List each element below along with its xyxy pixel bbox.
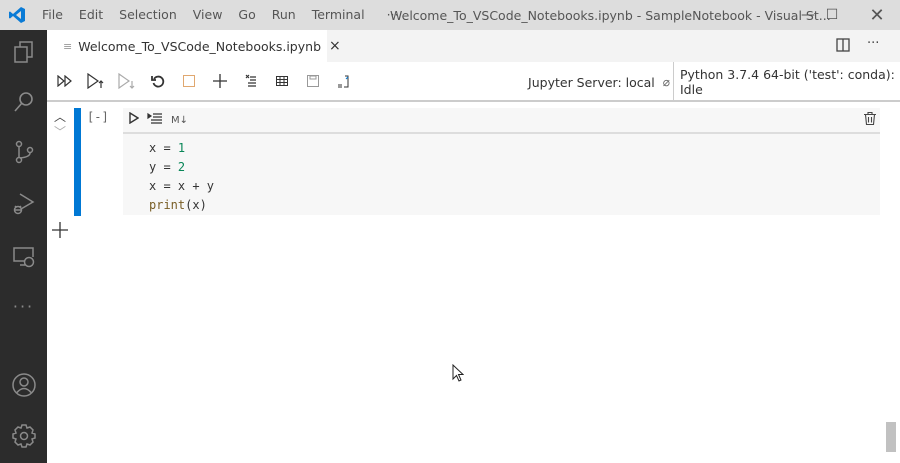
connection-plug-icon: ⌀ xyxy=(662,75,670,89)
code-token: 2 xyxy=(177,160,186,174)
settings-gear-icon[interactable] xyxy=(0,414,47,458)
close-window-button[interactable]: ✕ xyxy=(854,0,900,30)
code-editor[interactable]: x = 1y = 2x = x + y print(x) xyxy=(123,134,880,215)
code-line: x = x + y xyxy=(149,177,880,196)
move-cell-down-icon[interactable]: ﹀ xyxy=(54,123,66,140)
run-and-below-icon[interactable] xyxy=(147,112,163,128)
menu-selection[interactable]: Selection xyxy=(111,7,185,22)
run-below-icon[interactable] xyxy=(111,69,142,93)
tab-bar: ≡ Welcome_To_VSCode_Notebooks.ipynb × ··… xyxy=(47,30,900,62)
notebook-toolbar: Jupyter Server: local ⌀ Python 3.7.4 64-b… xyxy=(47,62,900,102)
cell-toolbar: M↓ xyxy=(123,108,880,134)
jupyter-server-status[interactable]: Jupyter Server: local ⌀ xyxy=(528,62,670,102)
more-actions-icon[interactable]: ··· xyxy=(867,36,879,51)
code-token: x = x + y xyxy=(149,179,215,193)
clear-outputs-icon[interactable] xyxy=(235,69,266,93)
mouse-cursor-icon xyxy=(452,363,465,386)
code-token: y = xyxy=(149,160,178,174)
run-above-icon[interactable] xyxy=(80,69,111,93)
vscode-logo-icon xyxy=(0,6,34,24)
window-title: Welcome_To_VSCode_Notebooks.ipynb - Samp… xyxy=(390,7,831,23)
remote-explorer-icon[interactable] xyxy=(0,235,47,279)
server-label: Jupyter Server: local xyxy=(528,74,655,90)
account-icon[interactable] xyxy=(0,363,47,407)
markdown-toggle[interactable]: M↓ xyxy=(171,115,188,126)
vertical-scrollbar[interactable] xyxy=(886,422,896,452)
code-token: print xyxy=(149,198,186,212)
activity-bar: ··· xyxy=(0,30,47,463)
run-cell-icon[interactable] xyxy=(129,111,140,128)
split-editor-icon[interactable] xyxy=(835,37,851,57)
menu-bar: File Edit Selection View Go Run Terminal ··· xyxy=(34,7,406,23)
cell-selection-indicator xyxy=(74,108,81,216)
run-all-icon[interactable] xyxy=(49,69,80,93)
add-cell-icon[interactable] xyxy=(204,69,235,93)
maximize-button[interactable]: ☐ xyxy=(809,0,855,30)
export-icon[interactable] xyxy=(328,69,359,93)
execution-count: [-] xyxy=(87,110,109,124)
explorer-icon[interactable] xyxy=(0,30,47,74)
menu-view[interactable]: View xyxy=(185,7,231,22)
menu-edit[interactable]: Edit xyxy=(71,7,111,22)
menu-go[interactable]: Go xyxy=(230,7,263,22)
menu-run[interactable]: Run xyxy=(264,7,304,22)
title-bar: File Edit Selection View Go Run Terminal ··· We… xyxy=(0,0,900,30)
restart-kernel-icon[interactable] xyxy=(142,69,173,93)
save-icon[interactable] xyxy=(297,69,328,93)
code-line: x = 1 xyxy=(149,139,880,158)
code-token: 1 xyxy=(177,141,186,155)
tab-notebook[interactable]: ≡ Welcome_To_VSCode_Notebooks.ipynb × xyxy=(47,30,341,62)
code-token: x = xyxy=(149,141,178,155)
search-icon[interactable] xyxy=(0,80,47,124)
add-cell-button[interactable] xyxy=(52,222,68,242)
kernel-status[interactable]: Python 3.7.4 64-bit ('test': conda): Idl… xyxy=(673,62,900,102)
code-token: (x) xyxy=(185,198,207,212)
code-line: print(x) xyxy=(149,196,880,215)
file-icon: ≡ xyxy=(63,39,73,53)
tab-close-button[interactable]: × xyxy=(329,38,341,54)
menu-file[interactable]: File xyxy=(34,7,71,22)
run-debug-icon[interactable] xyxy=(0,182,47,226)
code-line: y = 2 xyxy=(149,158,880,177)
tab-label: Welcome_To_VSCode_Notebooks.ipynb xyxy=(78,38,321,54)
variables-icon[interactable] xyxy=(266,69,297,93)
menu-terminal[interactable]: Terminal xyxy=(304,7,373,22)
source-control-icon[interactable] xyxy=(0,130,47,174)
delete-cell-icon[interactable] xyxy=(864,111,876,129)
interrupt-kernel-icon[interactable] xyxy=(173,69,204,93)
more-icon[interactable]: ··· xyxy=(0,284,47,328)
